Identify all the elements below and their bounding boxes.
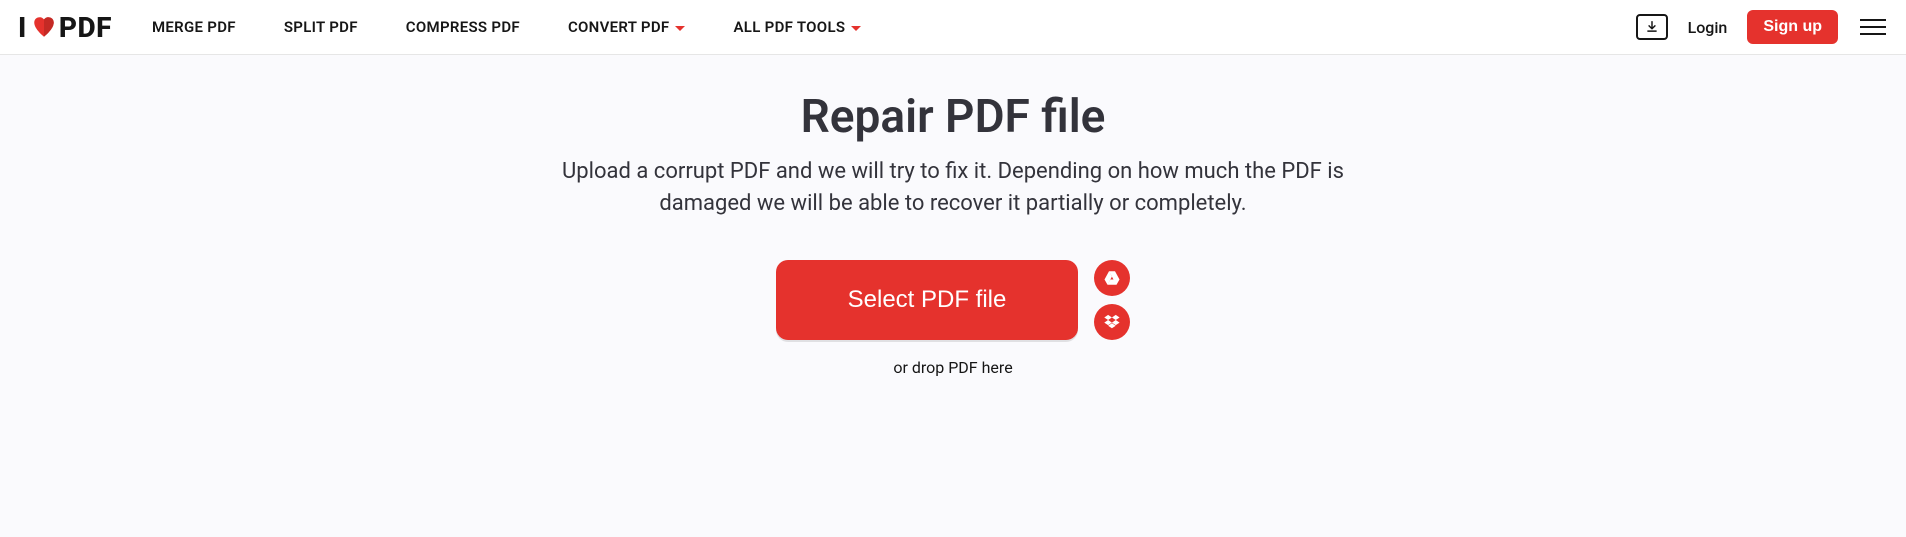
hamburger-line <box>1860 33 1886 35</box>
drop-hint: or drop PDF here <box>0 358 1906 377</box>
google-drive-button[interactable] <box>1094 260 1130 296</box>
hamburger-line <box>1860 19 1886 21</box>
nav-right: Login Sign up <box>1636 10 1888 44</box>
login-link[interactable]: Login <box>1688 18 1728 37</box>
download-icon <box>1645 20 1659 34</box>
page-title: Repair PDF file <box>0 90 1906 144</box>
dropbox-button[interactable] <box>1094 304 1130 340</box>
logo-suffix: PDF <box>59 11 112 44</box>
dropbox-icon <box>1103 313 1121 331</box>
chevron-down-icon <box>851 26 861 31</box>
main-content: Repair PDF file Upload a corrupt PDF and… <box>0 55 1906 377</box>
signup-button[interactable]: Sign up <box>1747 10 1838 44</box>
logo-prefix: I <box>18 11 27 44</box>
page-subtitle: Upload a corrupt PDF and we will try to … <box>543 156 1363 220</box>
cloud-buttons <box>1094 260 1130 340</box>
navbar: I PDF MERGE PDF SPLIT PDF COMPRESS PDF C… <box>0 0 1906 55</box>
nav-all-tools[interactable]: ALL PDF TOOLS <box>733 18 861 36</box>
nav-convert[interactable]: CONVERT PDF <box>568 18 686 36</box>
upload-area: Select PDF file <box>776 260 1131 340</box>
nav-links: MERGE PDF SPLIT PDF COMPRESS PDF CONVERT… <box>152 18 861 36</box>
nav-split[interactable]: SPLIT PDF <box>284 18 358 36</box>
hamburger-line <box>1860 26 1886 28</box>
select-file-button[interactable]: Select PDF file <box>776 260 1079 340</box>
logo-text: I PDF <box>18 11 112 44</box>
nav-compress[interactable]: COMPRESS PDF <box>406 18 520 36</box>
nav-all-tools-label: ALL PDF TOOLS <box>733 18 845 36</box>
heart-icon <box>31 14 57 40</box>
nav-merge[interactable]: MERGE PDF <box>152 18 236 36</box>
nav-convert-label: CONVERT PDF <box>568 18 670 36</box>
logo[interactable]: I PDF <box>18 11 112 44</box>
google-drive-icon <box>1103 269 1121 287</box>
download-desktop-button[interactable] <box>1636 14 1668 40</box>
menu-button[interactable] <box>1858 17 1888 37</box>
chevron-down-icon <box>675 26 685 31</box>
